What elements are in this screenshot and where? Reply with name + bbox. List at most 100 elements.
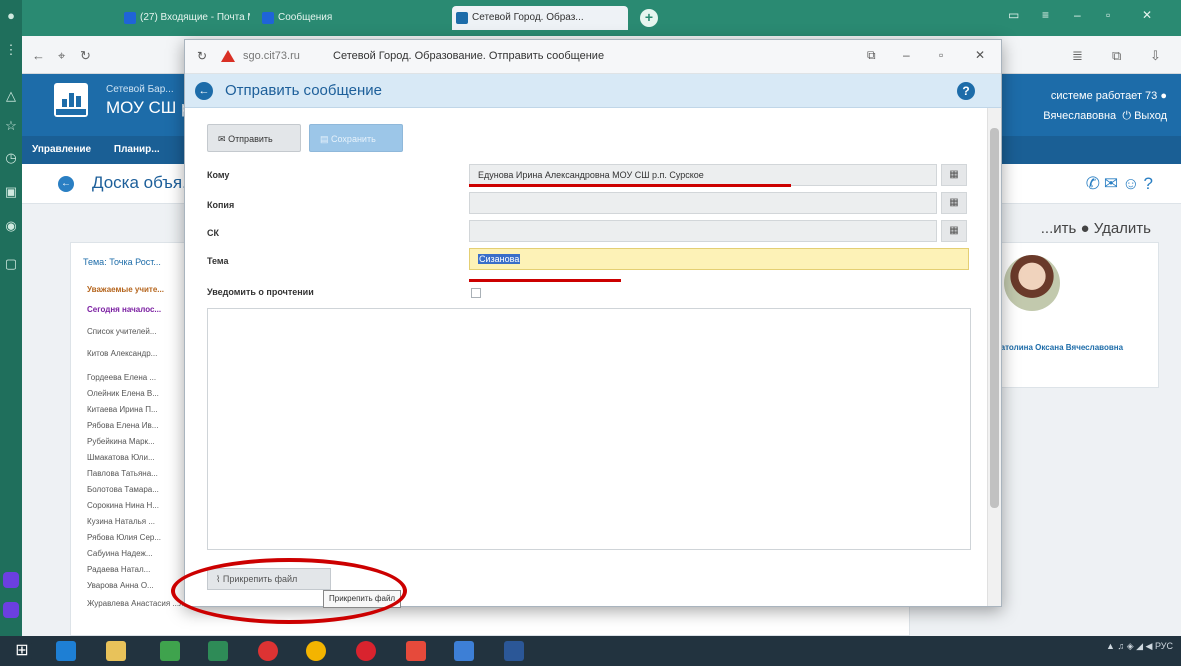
yandex-icon[interactable] <box>406 641 426 661</box>
explorer-icon[interactable] <box>106 641 126 661</box>
send-message-window: ↻ sgo.cit73.ru Сетевой Город. Образовани… <box>171 39 1002 624</box>
help-icon[interactable]: ? <box>957 82 975 100</box>
reload-icon[interactable]: ↻ <box>80 48 91 64</box>
windows-start-icon[interactable]: ⊞ <box>12 641 32 661</box>
reader-icon[interactable]: ≣ <box>1072 48 1083 64</box>
tab-messages[interactable]: Сообщения <box>258 6 378 30</box>
new-tab-plus-icon[interactable]: + <box>640 9 658 27</box>
annotation-underline-subject <box>469 279 621 282</box>
restore-icon[interactable]: ▫ <box>1106 8 1110 22</box>
network-city-favicon-icon <box>456 12 468 24</box>
system-tray: ▲ ♫ ◈ ◢ ◀ РУС <box>1106 641 1173 651</box>
popup-reload-icon[interactable]: ↻ <box>197 49 207 63</box>
popup-back-icon[interactable]: ← <box>195 82 213 100</box>
list-item: Сорокина Нина Н... <box>87 501 159 510</box>
school-name: МОУ СШ р <box>106 98 191 117</box>
bookmark-icon[interactable]: ⌖ <box>58 48 65 64</box>
calculator-icon[interactable] <box>160 641 180 661</box>
board-title: Доска объя... <box>92 173 197 192</box>
scrollbar-thumb[interactable] <box>990 128 999 508</box>
list-item: Гордеева Елена ... <box>87 373 157 382</box>
chrome-icon[interactable] <box>306 641 326 661</box>
mail-favicon-icon <box>124 12 136 24</box>
nav-item-management[interactable]: Управление <box>32 144 91 155</box>
tab-network-city[interactable]: Сетевой Город. Образ... <box>452 6 628 30</box>
copy-label: Копия <box>207 200 235 210</box>
purple-app-icon[interactable] <box>3 572 19 588</box>
site-logo <box>54 83 88 117</box>
list-item: Китаева Ирина П... <box>87 405 158 414</box>
to-address-book-icon[interactable]: ▦ <box>941 164 967 186</box>
user-icon: ● <box>1160 90 1167 102</box>
to-label: Кому <box>207 170 230 180</box>
message-body-textarea[interactable] <box>207 308 971 550</box>
word-icon[interactable] <box>504 641 524 661</box>
list-item: Список учителей... <box>87 327 157 336</box>
back-arrow-icon[interactable]: ← <box>32 48 45 63</box>
messages-favicon-icon <box>262 12 274 24</box>
play-icon[interactable]: ◉ <box>3 218 19 234</box>
triangle-icon[interactable]: △ <box>3 88 19 104</box>
annotation-oval <box>171 558 407 624</box>
list-item: Рябова Елена Ив... <box>87 421 159 430</box>
copy-field[interactable] <box>469 192 937 214</box>
bcc-label: СК <box>207 228 219 238</box>
send-button[interactable]: ✉ Отправить <box>207 124 301 152</box>
user-info: системе работает 73 ● Вячеславовна ⏻ Вых… <box>1043 90 1167 122</box>
board-back-icon[interactable]: ← <box>58 176 74 192</box>
browser-tab-strip: (27) Входящие - Почта М... Сообщения Сет… <box>22 0 1181 36</box>
list-item: Шмакатова Юли... <box>87 453 155 462</box>
subject-value: Сизанова <box>478 254 521 264</box>
popup-tabs-icon[interactable]: ⧉ <box>867 48 876 63</box>
downloads-icon[interactable]: ▣ <box>3 184 19 200</box>
extension-icon[interactable]: ⧉ <box>1112 48 1121 64</box>
close-window-icon[interactable]: ✕ <box>1142 8 1152 22</box>
copy-address-book-icon[interactable]: ▦ <box>941 192 967 214</box>
floppy-icon: ▤ <box>320 134 329 144</box>
download-icon[interactable]: ⇩ <box>1150 48 1161 64</box>
board-tools-icons[interactable]: ✆✉☺? <box>1086 174 1157 194</box>
popup-minimize-icon[interactable]: – <box>903 48 910 62</box>
tab-mail[interactable]: (27) Входящие - Почта М... <box>120 6 250 30</box>
popup-scrollbar[interactable] <box>987 108 1001 606</box>
list-item: Рябова Юлия Сер... <box>87 533 162 542</box>
skype-icon[interactable] <box>454 641 474 661</box>
subject-field[interactable]: Сизанова <box>469 248 969 270</box>
popup-maximize-icon[interactable]: ▫ <box>939 48 943 62</box>
board-actions[interactable]: ...ить ● Удалить <box>1041 220 1151 237</box>
zen-icon[interactable]: ▢ <box>3 256 19 272</box>
list-item: Уважаемые учите... <box>87 285 164 294</box>
author-card: ...атолина Оксана Вячеславовна <box>985 242 1159 388</box>
minimize-icon[interactable]: – <box>1074 8 1081 22</box>
list-item: Радаева Натал... <box>87 565 151 574</box>
subject-label: Тема <box>207 256 229 266</box>
insecure-warning-icon[interactable] <box>221 50 235 62</box>
ie-icon[interactable] <box>56 641 76 661</box>
alice-icon[interactable]: ● <box>3 8 19 24</box>
nav-item-planning[interactable]: Планир... <box>114 144 160 155</box>
school-prefix: Сетевой Бар... <box>106 84 174 95</box>
opera-icon[interactable] <box>356 641 376 661</box>
to-field[interactable]: Едунова Ирина Александровна МОУ СШ р.п. … <box>469 164 937 186</box>
yandex-browser-icon[interactable] <box>258 641 278 661</box>
bcc-address-book-icon[interactable]: ▦ <box>941 220 967 242</box>
author-name: ...атолина Оксана Вячеславовна <box>994 343 1124 352</box>
popup-close-icon[interactable]: ✕ <box>975 48 985 62</box>
menu-icon[interactable]: ≡ <box>1042 8 1049 22</box>
logout-link[interactable]: Выход <box>1134 110 1167 122</box>
apps-grid-icon[interactable]: ⋮ <box>3 42 19 58</box>
tabs-menu-icon[interactable]: ▭ <box>1008 8 1019 22</box>
list-item: Китов Александр... <box>87 349 158 358</box>
star-icon[interactable]: ☆ <box>3 118 19 134</box>
purple-app-icon-2[interactable] <box>3 602 19 618</box>
envelope-icon: ✉ <box>218 134 226 144</box>
store-icon[interactable] <box>208 641 228 661</box>
popup-url: sgo.cit73.ru <box>243 50 300 62</box>
notify-checkbox[interactable] <box>471 288 481 298</box>
bcc-field[interactable] <box>469 220 937 242</box>
announcement-theme: Тема: Точка Рост... <box>83 257 161 267</box>
save-button[interactable]: ▤ Сохранить <box>309 124 403 152</box>
list-item: Уварова Анна О... <box>87 581 154 590</box>
history-icon[interactable]: ◷ <box>3 150 19 166</box>
avatar <box>1004 255 1060 311</box>
